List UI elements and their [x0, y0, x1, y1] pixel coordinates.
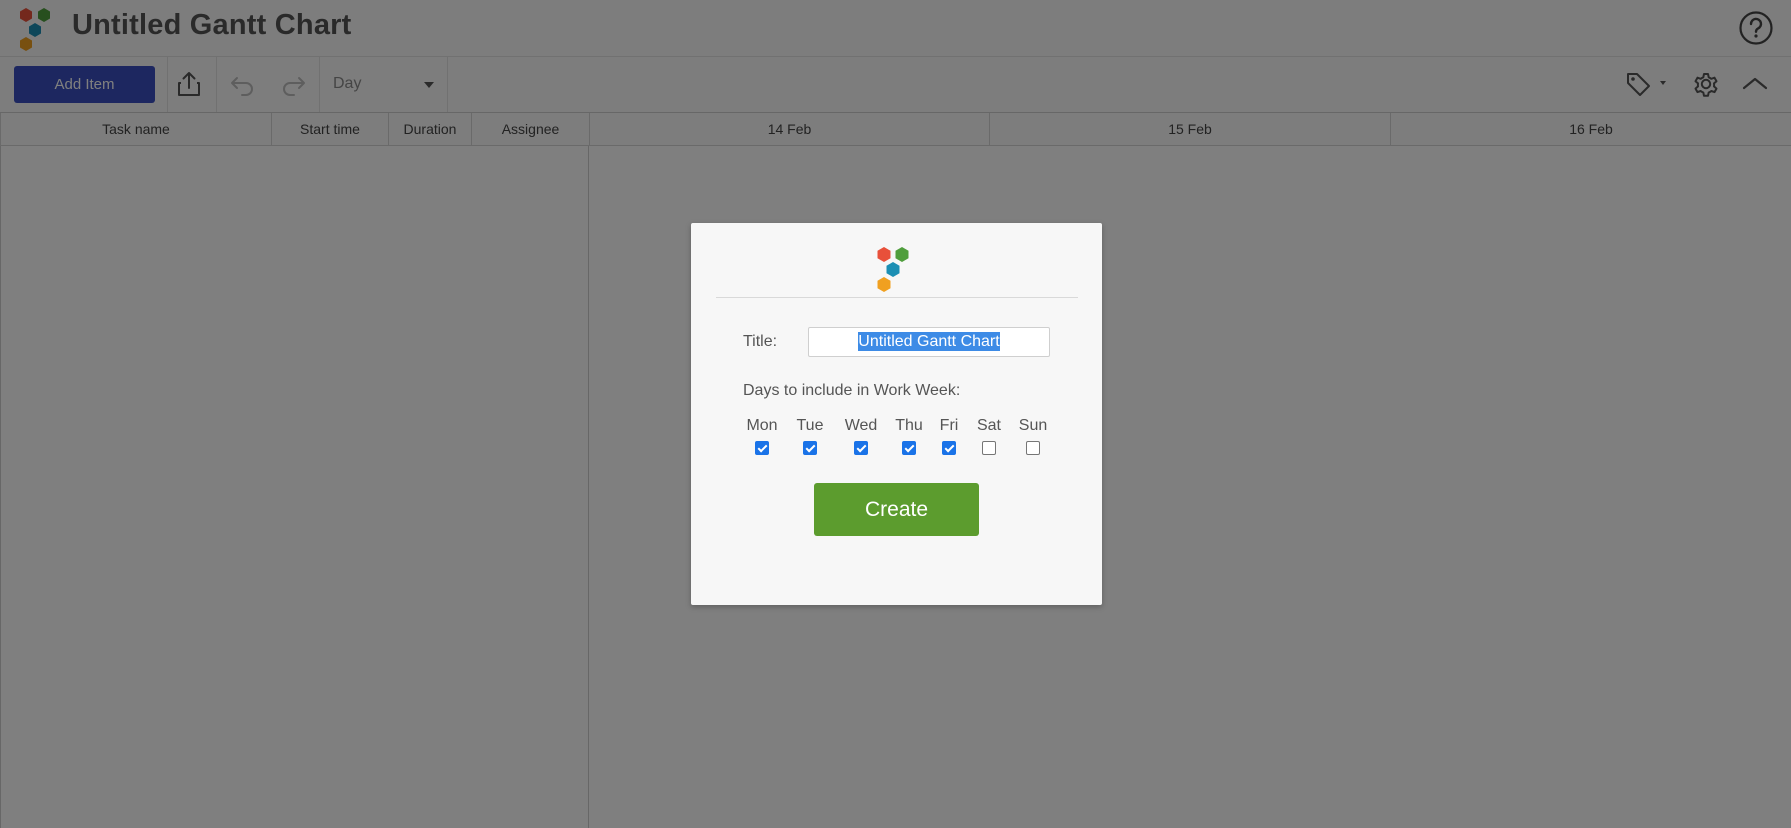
day-fri: Fri	[937, 417, 961, 455]
tue-checkbox[interactable]	[803, 441, 817, 455]
title-label: Title:	[743, 333, 778, 350]
day-tue: Tue	[794, 417, 826, 455]
thu-checkbox[interactable]	[902, 441, 916, 455]
create-button[interactable]: Create	[814, 483, 979, 536]
day-mon: Mon	[743, 417, 781, 455]
day-label: Sat	[976, 417, 1001, 434]
divider	[716, 297, 1078, 298]
app-logo-icon	[877, 247, 909, 292]
sun-checkbox[interactable]	[1026, 441, 1040, 455]
title-input[interactable]: Untitled Gantt Chart	[808, 327, 1050, 357]
work-week-label: Days to include in Work Week:	[743, 382, 961, 399]
day-label: Tue	[796, 417, 824, 434]
day-label: Wed	[844, 417, 878, 434]
sat-checkbox[interactable]	[982, 441, 996, 455]
mon-checkbox[interactable]	[755, 441, 769, 455]
create-chart-dialog: Title: Untitled Gantt Chart Days to incl…	[691, 223, 1102, 605]
day-label: Thu	[895, 417, 923, 434]
title-input-selected-text: Untitled Gantt Chart	[858, 332, 1000, 351]
day-sat: Sat	[974, 417, 1004, 455]
day-sun: Sun	[1016, 417, 1050, 455]
day-label: Sun	[1018, 417, 1048, 434]
day-wed: Wed	[841, 417, 881, 455]
day-thu: Thu	[893, 417, 925, 455]
day-label: Fri	[939, 417, 959, 434]
wed-checkbox[interactable]	[854, 441, 868, 455]
fri-checkbox[interactable]	[942, 441, 956, 455]
day-label: Mon	[746, 417, 778, 434]
